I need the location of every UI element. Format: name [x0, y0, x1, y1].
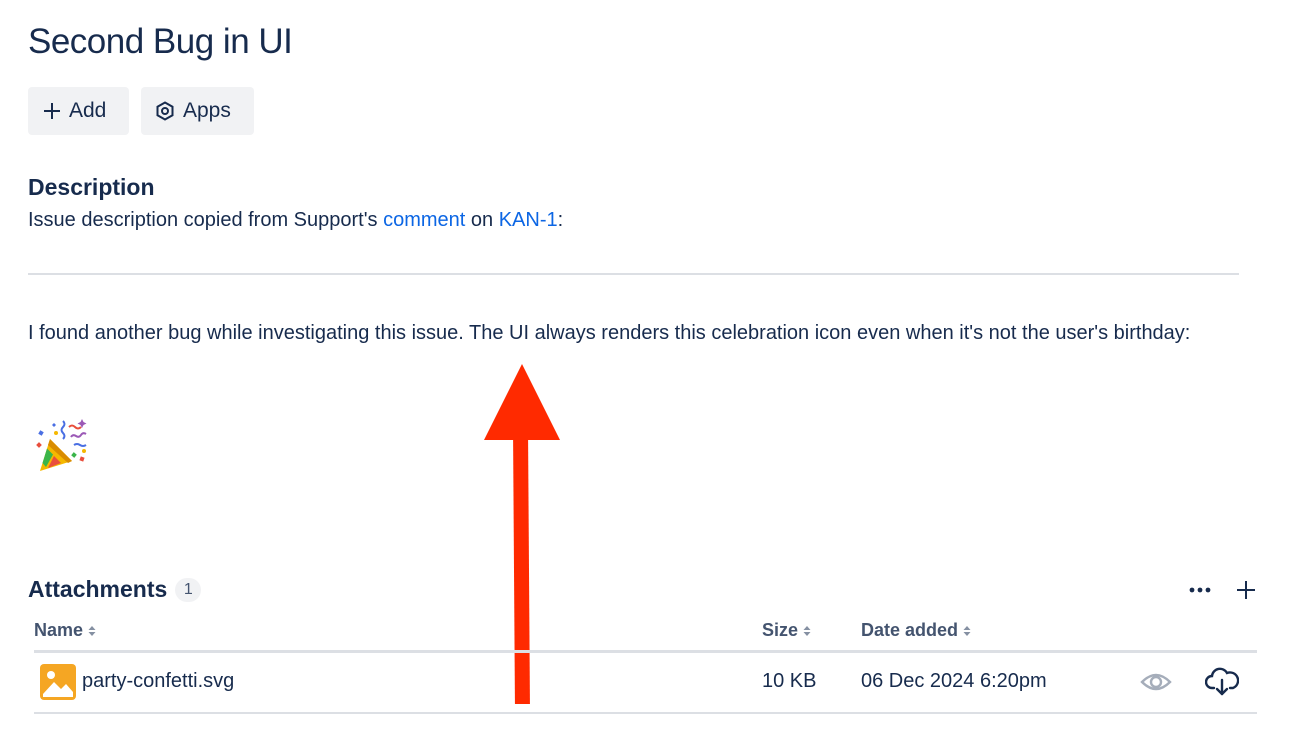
sort-icon [963, 625, 971, 636]
column-header-size-label: Size [762, 620, 799, 640]
attachment-file-size: 10 KB [762, 670, 817, 692]
table-row-divider [34, 712, 1257, 714]
preview-eye-icon[interactable] [1140, 668, 1172, 696]
party-popper-icon [36, 419, 87, 471]
table-header-divider [34, 650, 1257, 653]
apps-button[interactable]: Apps [141, 87, 254, 135]
comment-link[interactable]: comment [383, 209, 465, 231]
issue-link-kan-1[interactable]: KAN-1 [499, 209, 558, 231]
attachments-heading: Attachments 1 [28, 576, 202, 603]
download-cloud-icon[interactable] [1205, 666, 1239, 698]
plus-icon [44, 103, 60, 119]
red-arrow-up [484, 364, 560, 705]
apps-button-label: Apps [183, 99, 231, 122]
horizontal-rule [28, 273, 1239, 275]
description-on-text: on [465, 209, 499, 231]
issue-title[interactable]: Second Bug in UI [28, 22, 293, 62]
add-button[interactable]: Add [28, 87, 129, 135]
attachment-file-name[interactable]: party-confetti.svg [82, 670, 234, 693]
description-heading: Description [28, 174, 155, 200]
more-options-icon[interactable] [1186, 578, 1214, 602]
sort-icon [803, 625, 811, 636]
description-suffix: : [557, 209, 564, 231]
description-body: I found another bug while investigating … [28, 322, 1191, 344]
column-header-name-label: Name [34, 620, 84, 640]
description-intro: Issue description copied from Support's … [28, 209, 563, 232]
description-prefix: Issue description copied from Support's [28, 209, 384, 231]
column-header-date-label: Date added [861, 620, 959, 640]
apps-hexagon-icon [156, 101, 174, 121]
attachments-count-badge: 1 [175, 577, 202, 602]
column-header-size[interactable]: Size [762, 620, 812, 641]
column-header-name[interactable]: Name [34, 620, 97, 641]
attachments-heading-text: Attachments [28, 576, 168, 602]
sort-icon [88, 625, 96, 636]
add-button-label: Add [69, 99, 107, 122]
column-header-date-added[interactable]: Date added [861, 620, 972, 641]
attachment-date-added: 06 Dec 2024 6:20pm [861, 670, 1047, 692]
image-file-icon [40, 664, 76, 700]
add-attachment-icon[interactable] [1234, 578, 1258, 602]
